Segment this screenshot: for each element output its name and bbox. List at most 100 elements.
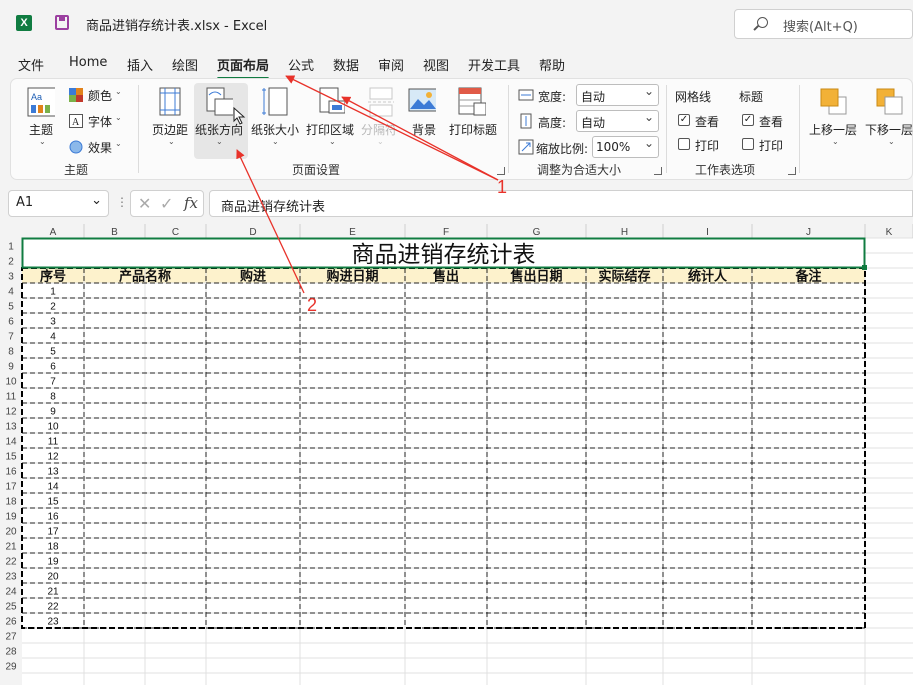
breaks-icon [368, 87, 394, 117]
enter-icon[interactable]: ✓ [160, 194, 173, 213]
search-box[interactable]: 搜索(Alt+Q) [734, 9, 913, 39]
height-select[interactable]: 自动 [576, 110, 659, 132]
headings-view-checkbox[interactable]: ✓ [742, 114, 754, 126]
scale-launcher-icon[interactable] [654, 167, 662, 175]
ribbon: Aa 主题 ⌄ 颜色 ⌄ A 字体 ⌄ 效果 ⌄ 主题 页边距 ⌄ 纸张方向 ⌄… [10, 78, 913, 180]
column-header: C [172, 227, 179, 238]
colors-label: 颜色 [88, 89, 113, 103]
table-header-cell: 备注 [794, 269, 821, 285]
title-bar: X 商品进销存统计表.xlsx - Excel 搜索(Alt+Q) [0, 0, 913, 46]
table-header-cell: 售出 [433, 269, 459, 285]
group-label-page-setup: 页面设置 [292, 163, 341, 177]
group-label-themes: 主题 [64, 163, 89, 177]
page-setup-launcher-icon[interactable] [497, 167, 505, 175]
paper-size-icon [262, 87, 288, 116]
themes-icon: Aa [27, 87, 55, 117]
more-options-icon[interactable]: ⋮ [116, 195, 128, 209]
serial-number-cell: 2 [50, 302, 56, 313]
name-box[interactable]: A1 [8, 190, 109, 217]
column-header: A [50, 227, 57, 238]
size-label: 纸张大小 [251, 123, 300, 137]
chevron-down-icon: ⌄ [888, 137, 895, 146]
tab-review[interactable]: 审阅 [378, 55, 404, 74]
scale-label: 缩放比例: [536, 142, 589, 156]
worksheet-grid[interactable]: A B C D E F G H I J K 1 2 3 4 5 6 7 8 9 10 11 12 13 14 15 16 17 18 19… [0, 224, 913, 685]
fill-handle [862, 265, 867, 270]
chevron-down-icon: ⌄ [168, 137, 175, 146]
tab-draw[interactable]: 绘图 [172, 55, 198, 74]
tab-formulas[interactable]: 公式 [288, 55, 314, 74]
print-area-label: 打印区域 [306, 123, 355, 137]
worksheet-canvas[interactable]: A B C D E F G H I J K12345678910111213141516171819… [0, 224, 913, 685]
headings-label: 标题 [739, 90, 764, 104]
serial-number-cell: 22 [47, 602, 59, 613]
gridlines-view-checkbox[interactable]: ✓ [678, 114, 690, 126]
row-header: 16 [5, 467, 17, 478]
column-header: H [621, 227, 628, 238]
search-placeholder: 搜索(Alt+Q) [783, 20, 858, 35]
table-header-cell: 购进 [240, 269, 266, 285]
serial-number-cell: 17 [47, 527, 59, 538]
serial-number-cell: 14 [47, 482, 59, 493]
chevron-down-icon: ⌄ [39, 137, 46, 146]
excel-logo-icon: X [16, 15, 32, 31]
window-title: 商品进销存统计表.xlsx - Excel [86, 19, 268, 34]
tab-home[interactable]: Home [69, 55, 107, 70]
serial-number-cell: 9 [50, 407, 56, 418]
column-header-bar [0, 224, 913, 238]
effects-label: 效果 [88, 141, 113, 155]
row-header: 5 [8, 302, 14, 313]
row-header: 19 [5, 512, 17, 523]
row-header: 8 [8, 347, 14, 358]
row-header: 3 [8, 272, 14, 283]
cancel-icon[interactable]: ✕ [138, 194, 151, 213]
chevron-down-icon: ⌄ [377, 137, 384, 146]
tab-view[interactable]: 视图 [423, 55, 449, 74]
tab-data[interactable]: 数据 [333, 55, 359, 74]
row-header: 11 [6, 392, 17, 403]
fonts-label: 字体 [88, 115, 113, 129]
group-label-scale: 调整为合适大小 [537, 163, 622, 177]
serial-number-cell: 5 [50, 347, 56, 358]
chevron-down-icon: ⌄ [216, 137, 223, 146]
tab-developer[interactable]: 开发工具 [468, 55, 520, 74]
row-header: 23 [5, 572, 17, 583]
row-header: 20 [5, 527, 17, 538]
sheet-options-launcher-icon[interactable] [788, 167, 796, 175]
gridlines-print-label: 打印 [695, 139, 720, 153]
table-header-cell: 售出日期 [510, 269, 562, 285]
tab-page-layout[interactable]: 页面布局 [217, 55, 270, 80]
orientation-icon [206, 87, 233, 116]
row-header: 9 [8, 362, 14, 373]
table-header-cell: 购进日期 [326, 269, 378, 285]
bring-forward-label: 上移一层 [809, 123, 858, 137]
width-select[interactable]: 自动 [576, 84, 659, 106]
insert-function-icon[interactable]: fx [184, 194, 198, 212]
row-header: 1 [8, 242, 14, 253]
print-titles-icon [458, 87, 486, 116]
formula-input[interactable]: 商品进销存统计表 [209, 190, 913, 217]
height-label: 高度: [538, 116, 567, 130]
svg-text:Aa: Aa [31, 92, 42, 102]
chevron-down-icon: ⌄ [329, 137, 336, 146]
scale-spinner[interactable]: 100% [592, 136, 659, 158]
table-header-cell: 统计人 [688, 269, 728, 285]
headings-print-checkbox[interactable] [742, 138, 754, 150]
colors-icon [69, 88, 83, 102]
row-header: 28 [5, 647, 17, 658]
table-header-cell: 实际结存 [598, 269, 650, 285]
scale-value: 100% [596, 140, 631, 154]
tab-file[interactable]: 文件 [18, 55, 44, 74]
sheet-title: 商品进销存统计表 [352, 242, 536, 268]
row-header: 18 [5, 497, 17, 508]
formula-bar: A1 ⋮ ✕ ✓ fx 商品进销存统计表 [0, 188, 913, 220]
group-separator [666, 85, 667, 173]
save-icon[interactable] [55, 15, 69, 30]
row-header: 29 [5, 662, 17, 673]
effects-icon [69, 140, 83, 154]
row-header: 25 [5, 602, 17, 613]
tab-insert[interactable]: 插入 [127, 55, 153, 74]
row-header: 10 [5, 377, 17, 388]
gridlines-print-checkbox[interactable] [678, 138, 690, 150]
tab-help[interactable]: 帮助 [539, 55, 565, 74]
